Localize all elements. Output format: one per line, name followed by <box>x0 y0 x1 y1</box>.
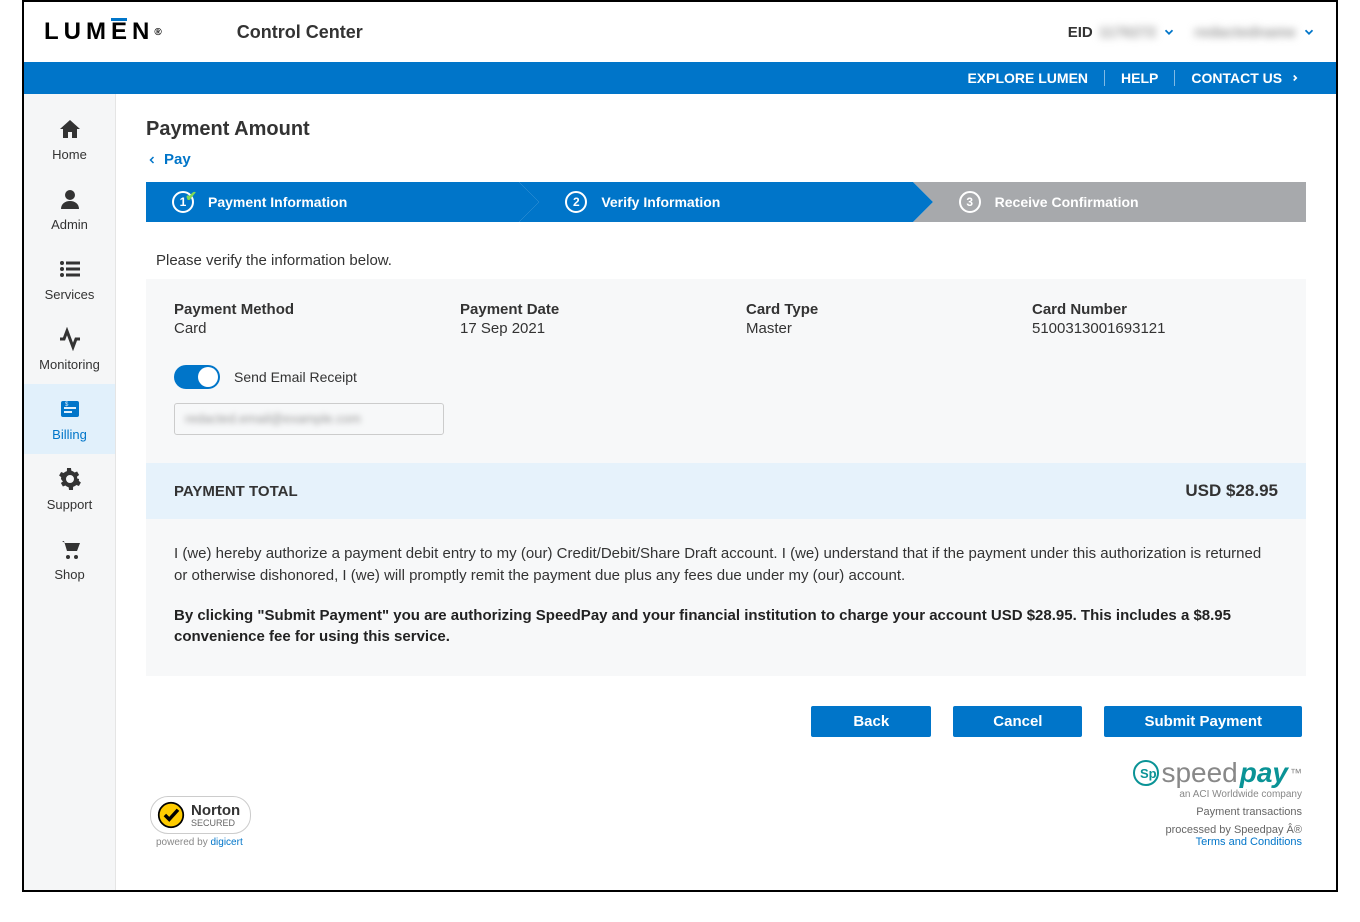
sidebar-item-support[interactable]: Support <box>24 454 115 524</box>
sidebar-label: Shop <box>54 567 84 582</box>
speedpay-line2: processed by Speedpay Â® <box>1133 824 1302 836</box>
speedpay-block: Sp speedpay™ an ACI Worldwide company Pa… <box>1133 757 1302 848</box>
sidebar: Home Admin Services Monitoring <box>24 94 116 890</box>
step-verify-info: 2 Verify Information <box>519 182 912 222</box>
user-icon <box>58 187 82 211</box>
detail-card-number: Card Number 5100313001693121 <box>1032 301 1278 337</box>
chevron-left-icon <box>146 154 158 166</box>
checkmark-seal-icon <box>157 801 185 829</box>
nav-help[interactable]: HELP <box>1104 70 1174 86</box>
norton-text: Norton <box>191 803 240 818</box>
detail-payment-method: Payment Method Card <box>174 301 420 337</box>
speedpay-logo: Sp speedpay™ <box>1133 757 1302 789</box>
toggle-label: Send Email Receipt <box>234 369 357 385</box>
sidebar-item-billing[interactable]: $ Billing <box>24 384 115 454</box>
chevron-down-icon <box>1302 25 1316 39</box>
cart-icon <box>58 537 82 561</box>
chevron-right-icon <box>1290 70 1300 86</box>
eid-selector[interactable]: EID 1176272 <box>1068 24 1177 41</box>
email-value: redacted.email@example.com <box>185 404 433 434</box>
billing-icon: $ <box>58 397 82 421</box>
sidebar-label: Home <box>52 147 87 162</box>
detail-label: Card Type <box>746 301 992 318</box>
sidebar-item-shop[interactable]: Shop <box>24 524 115 594</box>
sidebar-label: Services <box>45 287 95 302</box>
sidebar-item-home[interactable]: Home <box>24 104 115 174</box>
breadcrumb-label: Pay <box>164 151 191 168</box>
chevron-down-icon <box>1162 25 1176 39</box>
nav-explore[interactable]: EXPLORE LUMEN <box>951 70 1104 86</box>
sidebar-label: Support <box>47 497 93 512</box>
submit-payment-button[interactable]: Submit Payment <box>1104 706 1302 737</box>
speedpay-line1: Payment transactions <box>1133 806 1302 818</box>
total-value: USD $28.95 <box>1185 481 1278 501</box>
eid-label: EID <box>1068 24 1093 41</box>
detail-label: Payment Method <box>174 301 420 318</box>
email-input[interactable]: redacted.email@example.com <box>174 403 444 435</box>
detail-value: 5100313001693121 <box>1032 320 1278 337</box>
norton-secured-badge[interactable]: Norton SECURED powered by digicert <box>150 796 251 848</box>
step-number-icon: 1 ✔ <box>172 191 194 213</box>
sp-badge-icon: Sp <box>1133 760 1159 786</box>
payment-total-bar: PAYMENT TOTAL USD $28.95 <box>146 463 1306 519</box>
home-icon <box>58 117 82 141</box>
send-email-toggle[interactable] <box>174 365 220 389</box>
top-nav-bar: EXPLORE LUMEN HELP CONTACT US <box>24 62 1336 94</box>
breadcrumb-back[interactable]: Pay <box>146 151 1306 168</box>
header-bar: LUMEN® Control Center EID 1176272 redact… <box>24 2 1336 62</box>
button-row: Back Cancel Submit Payment <box>146 706 1306 737</box>
step-payment-info: 1 ✔ Payment Information <box>146 182 519 222</box>
step-receive-confirmation: 3 Receive Confirmation <box>913 182 1306 222</box>
activity-icon <box>58 327 82 351</box>
nav-contact[interactable]: CONTACT US <box>1174 70 1316 86</box>
sidebar-label: Monitoring <box>39 357 100 372</box>
user-name: redactedname <box>1194 24 1296 41</box>
detail-value: 17 Sep 2021 <box>460 320 706 337</box>
speedpay-text-1: speed <box>1161 757 1237 789</box>
user-selector[interactable]: redactedname <box>1194 24 1316 41</box>
step-label: Receive Confirmation <box>995 194 1139 210</box>
detail-value: Card <box>174 320 420 337</box>
norton-sub: SECURED <box>191 818 240 828</box>
sidebar-label: Billing <box>52 427 87 442</box>
detail-value: Master <box>746 320 992 337</box>
progress-stepper: 1 ✔ Payment Information 2 Verify Informa… <box>146 182 1306 222</box>
authorization-text: I (we) hereby authorize a payment debit … <box>174 543 1278 587</box>
speedpay-subtitle: an ACI Worldwide company <box>1133 789 1302 800</box>
total-label: PAYMENT TOTAL <box>174 483 298 500</box>
sidebar-item-services[interactable]: Services <box>24 244 115 314</box>
sidebar-item-admin[interactable]: Admin <box>24 174 115 244</box>
eid-value: 1176272 <box>1099 24 1157 41</box>
step-number-icon: 3 <box>959 191 981 213</box>
terms-link[interactable]: Terms and Conditions <box>1133 836 1302 848</box>
nav-contact-label: CONTACT US <box>1191 70 1282 86</box>
main-content: Payment Amount Pay 1 ✔ Payment Informati… <box>116 94 1336 890</box>
svg-text:Sp: Sp <box>1140 766 1157 781</box>
check-icon: ✔ <box>185 188 197 205</box>
detail-label: Payment Date <box>460 301 706 318</box>
powered-by-digicert: powered by digicert <box>156 837 243 848</box>
speedpay-text-2: pay <box>1240 757 1288 789</box>
lumen-logo: LUMEN® <box>44 18 167 46</box>
sidebar-item-monitoring[interactable]: Monitoring <box>24 314 115 384</box>
instruction-text: Please verify the information below. <box>146 252 1306 269</box>
detail-card-type: Card Type Master <box>746 301 992 337</box>
footer: Norton SECURED powered by digicert Sp sp… <box>146 757 1306 852</box>
detail-payment-date: Payment Date 17 Sep 2021 <box>460 301 706 337</box>
page-title: Payment Amount <box>146 118 1306 141</box>
detail-label: Card Number <box>1032 301 1278 318</box>
step-label: Payment Information <box>208 194 347 210</box>
payment-details-panel: Payment Method Card Payment Date 17 Sep … <box>146 279 1306 463</box>
step-label: Verify Information <box>601 194 720 210</box>
authorization-panel: I (we) hereby authorize a payment debit … <box>146 519 1306 676</box>
back-button[interactable]: Back <box>811 706 931 737</box>
app-name: Control Center <box>237 22 363 43</box>
gear-icon <box>58 467 82 491</box>
step-number-icon: 2 <box>565 191 587 213</box>
sidebar-label: Admin <box>51 217 88 232</box>
toggle-knob <box>198 367 218 387</box>
list-icon <box>58 257 82 281</box>
cancel-button[interactable]: Cancel <box>953 706 1082 737</box>
authorization-bold-text: By clicking "Submit Payment" you are aut… <box>174 605 1278 649</box>
